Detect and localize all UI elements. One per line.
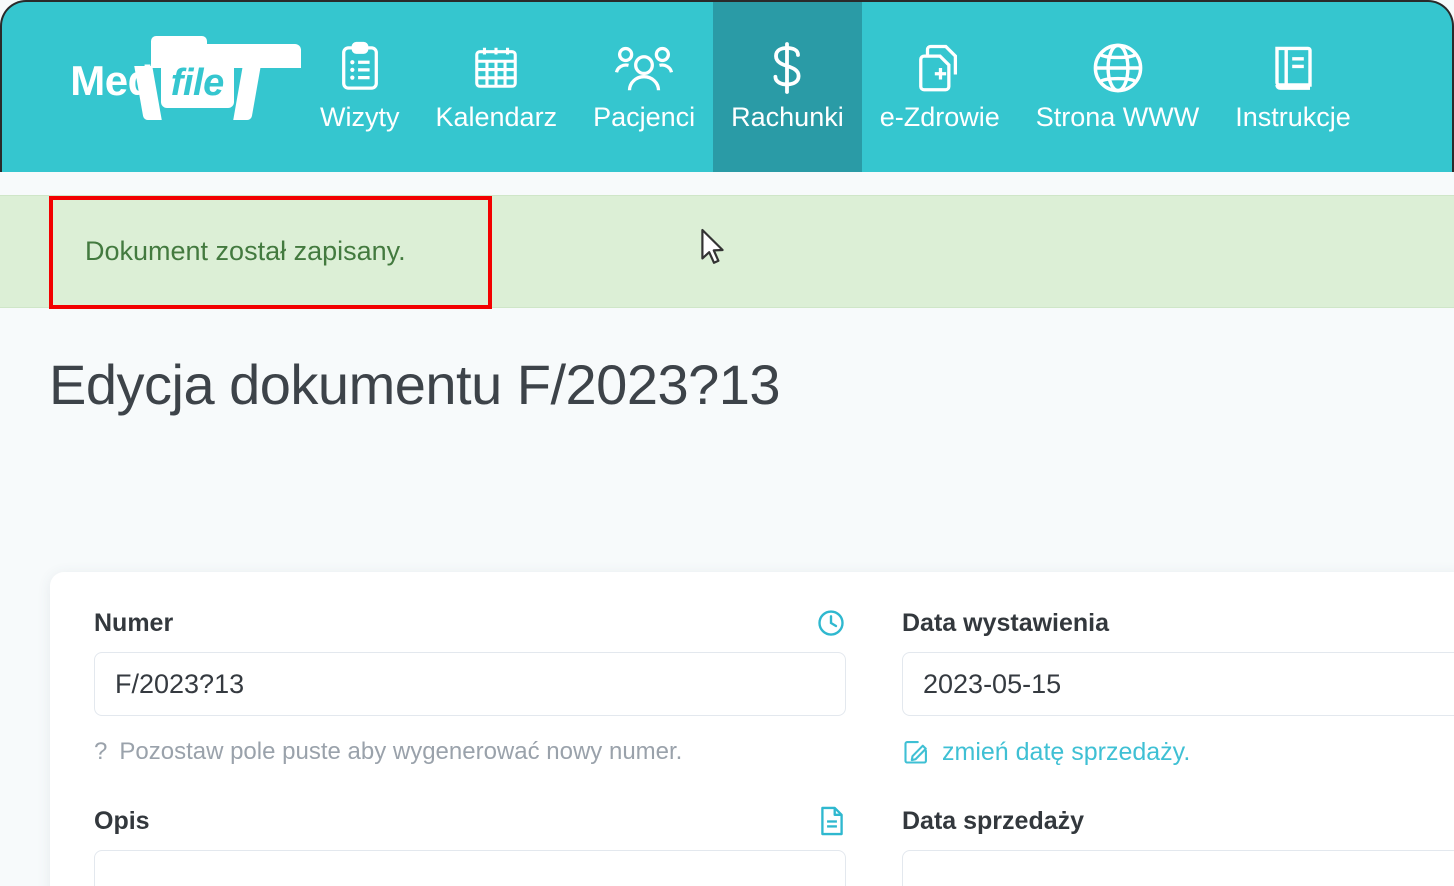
brand-logo-text: Med file [70,36,301,121]
data-sprzedazy-label: Data sprzedaży [902,806,1085,835]
form-column-right: Data wystawienia 2023-05-15 zmień datę s… [902,606,1454,886]
nav-item-wizyty[interactable]: Wizyty [302,2,417,172]
form-column-left: Numer F/2023?13 ? Pozostaw pole puste ab… [94,606,846,886]
numer-help-row: ? Pozostaw pole puste aby wygenerować no… [94,732,846,772]
file-plus-icon [915,40,965,96]
calendar-icon [471,40,521,96]
nav-item-label: Rachunki [731,101,844,132]
page-title: Edycja dokumentu F/2023?13 [49,353,781,416]
nav-item-kalendarz[interactable]: Kalendarz [417,2,575,172]
nav-item-instrukcje[interactable]: Instrukcje [1217,2,1369,172]
document-edit-card: Numer F/2023?13 ? Pozostaw pole puste ab… [50,572,1454,886]
opis-field-group: Opis [94,804,846,886]
numer-label: Numer [94,608,174,637]
success-alert: Dokument został zapisany. [0,195,1454,308]
nav-item-label: Pacjenci [593,101,696,132]
nav-item-label: Wizyty [320,101,400,132]
nav-item-pacjenci[interactable]: Pacjenci [575,2,713,172]
nav-item-label: e-Zdrowie [879,101,1000,132]
nav-item-strona-www[interactable]: Strona WWW [1018,2,1218,172]
brand-logo-file: file [160,62,234,108]
data-wystawienia-input-value: 2023-05-15 [923,668,1062,699]
book-icon [1269,40,1317,96]
success-alert-message: Dokument został zapisany. [85,236,406,266]
help-question-icon: ? [94,738,108,765]
edit-pencil-icon [902,738,930,766]
main-navigation-bar: Med file Wizyty Kalendarz Pacjenci Rachu… [0,0,1454,172]
nav-items-list: Wizyty Kalendarz Pacjenci Rachunki e-Zdr… [302,2,1452,172]
data-wystawienia-label: Data wystawienia [902,608,1110,637]
zmien-date-sprzedazy-link: zmień datę sprzedaży. [942,737,1191,766]
nav-item-rachunki[interactable]: Rachunki [713,2,862,172]
data-sprzedazy-field-group: Data sprzedaży [902,804,1454,886]
nav-item-label: Kalendarz [435,101,558,132]
nav-item-e-zdrowie[interactable]: e-Zdrowie [862,2,1018,172]
brand-logo-folder-icon: file [134,36,301,121]
nav-item-label: Strona WWW [1035,101,1200,132]
clipboard-icon [337,40,383,96]
numer-field-header: Numer [94,606,846,640]
users-icon [615,40,674,96]
numer-input[interactable]: F/2023?13 [94,652,846,716]
data-sprzedazy-field-header: Data sprzedaży [902,804,1454,838]
opis-input[interactable] [94,850,846,886]
opis-label: Opis [94,806,150,835]
numer-help-text: Pozostaw pole puste aby wygenerować nowy… [119,738,683,765]
globe-icon [1090,40,1146,96]
nav-item-label: Instrukcje [1235,101,1351,132]
numer-input-value: F/2023?13 [115,668,245,699]
data-sprzedazy-input[interactable] [902,850,1454,886]
dollar-icon [767,40,807,96]
brand-logo[interactable]: Med file [2,2,302,172]
document-icon[interactable] [818,805,846,837]
opis-field-header: Opis [94,804,846,838]
data-wystawienia-input[interactable]: 2023-05-15 [902,652,1454,716]
clock-icon[interactable] [816,608,846,638]
zmien-date-sprzedazy-row[interactable]: zmień datę sprzedaży. [902,732,1454,772]
app-screen: Med file Wizyty Kalendarz Pacjenci Rachu… [0,0,1454,886]
data-wystawienia-field-header: Data wystawienia [902,606,1454,640]
